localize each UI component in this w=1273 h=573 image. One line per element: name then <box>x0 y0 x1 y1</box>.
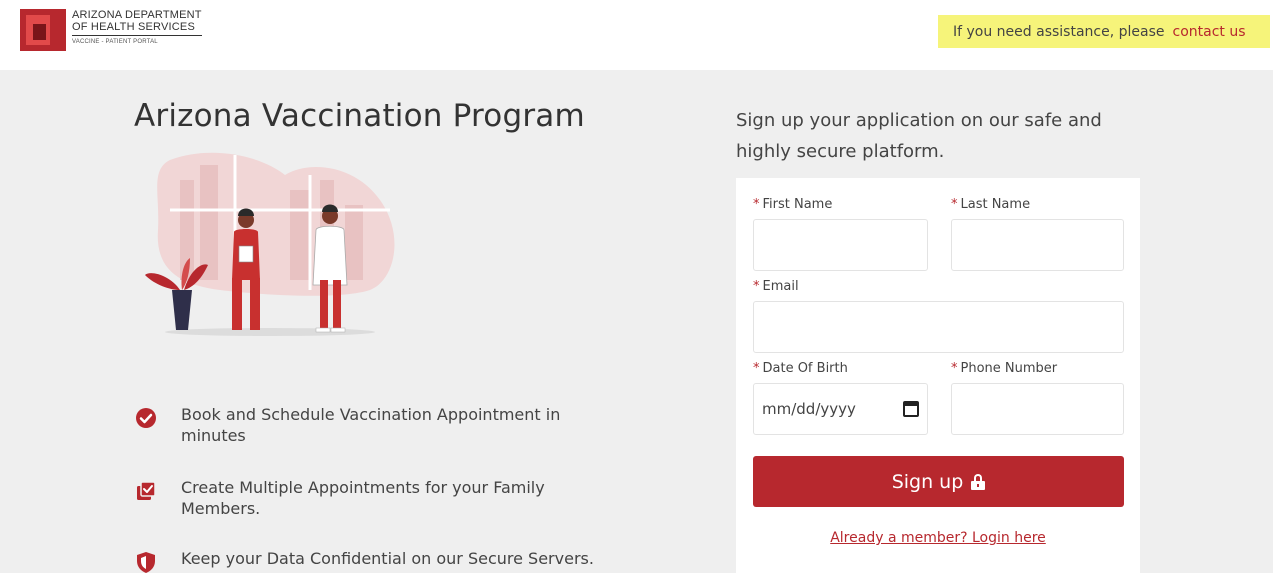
signup-form-card: * First Name * Last Name * Email * Date Of B… <box>736 178 1140 573</box>
logo-divider <box>72 35 202 36</box>
first-name-input[interactable] <box>753 219 928 271</box>
last-name-label: * Last Name <box>951 197 1031 212</box>
top-header: ARIZONA DEPARTMENT OF HEALTH SERVICES VA… <box>0 0 1273 70</box>
assistance-banner: If you need assistance, please contact u… <box>938 15 1270 48</box>
logo-line-1: ARIZONA DEPARTMENT <box>72 9 202 21</box>
check-circle-icon <box>136 408 156 428</box>
sign-up-label: Sign up <box>891 470 964 493</box>
assistance-text: If you need assistance, please <box>953 23 1165 40</box>
required-marker: * <box>753 361 760 376</box>
logo-text: ARIZONA DEPARTMENT OF HEALTH SERVICES VA… <box>72 9 202 45</box>
adhs-logo-mark-icon <box>20 9 66 51</box>
sign-up-button[interactable]: Sign up <box>753 456 1124 507</box>
phone-input[interactable] <box>951 383 1124 435</box>
doctors-illustration <box>145 152 395 336</box>
required-marker: * <box>753 279 760 294</box>
first-name-label: * First Name <box>753 197 833 212</box>
dob-input[interactable]: mm/dd/yyyy <box>753 383 928 435</box>
first-name-group: * First Name <box>753 197 928 271</box>
last-name-input[interactable] <box>951 219 1124 271</box>
dob-label: * Date Of Birth <box>753 361 848 376</box>
feature-text: Book and Schedule Vaccination Appointmen… <box>181 405 561 445</box>
calendar-icon[interactable] <box>903 401 919 417</box>
multi-calendar-check-icon <box>137 481 156 500</box>
lock-icon <box>971 473 986 490</box>
feature-text: Keep your Data Confidential on our Secur… <box>181 549 594 568</box>
logo-subtitle: VACCINE - PATIENT PORTAL <box>72 39 158 45</box>
adhs-logo[interactable]: ARIZONA DEPARTMENT OF HEALTH SERVICES VA… <box>20 9 202 51</box>
login-link[interactable]: Already a member? Login here <box>736 530 1140 546</box>
page-title: Arizona Vaccination Program <box>134 98 585 134</box>
feature-item-secure: Keep your Data Confidential on our Secur… <box>134 548 601 573</box>
last-name-group: * Last Name <box>951 197 1124 271</box>
required-marker: * <box>951 361 958 376</box>
dob-group: * Date Of Birth mm/dd/yyyy <box>753 361 928 435</box>
logo-line-2: OF HEALTH SERVICES <box>72 21 195 33</box>
shield-icon <box>137 552 155 573</box>
required-marker: * <box>753 197 760 212</box>
feature-text: Create Multiple Appointments for your Fa… <box>181 478 545 518</box>
feature-item-multiple: Create Multiple Appointments for your Fa… <box>134 477 601 519</box>
signup-tagline: Sign up your application on our safe and… <box>736 110 1102 162</box>
phone-group: * Phone Number <box>951 361 1124 435</box>
email-label: * Email <box>753 279 799 294</box>
email-input[interactable] <box>753 301 1124 353</box>
phone-label: * Phone Number <box>951 361 1058 376</box>
feature-item-book: Book and Schedule Vaccination Appointmen… <box>134 404 601 446</box>
dob-placeholder: mm/dd/yyyy <box>762 400 856 418</box>
contact-us-link[interactable]: contact us <box>1173 24 1246 40</box>
email-group: * Email <box>753 279 1124 353</box>
required-marker: * <box>951 197 958 212</box>
